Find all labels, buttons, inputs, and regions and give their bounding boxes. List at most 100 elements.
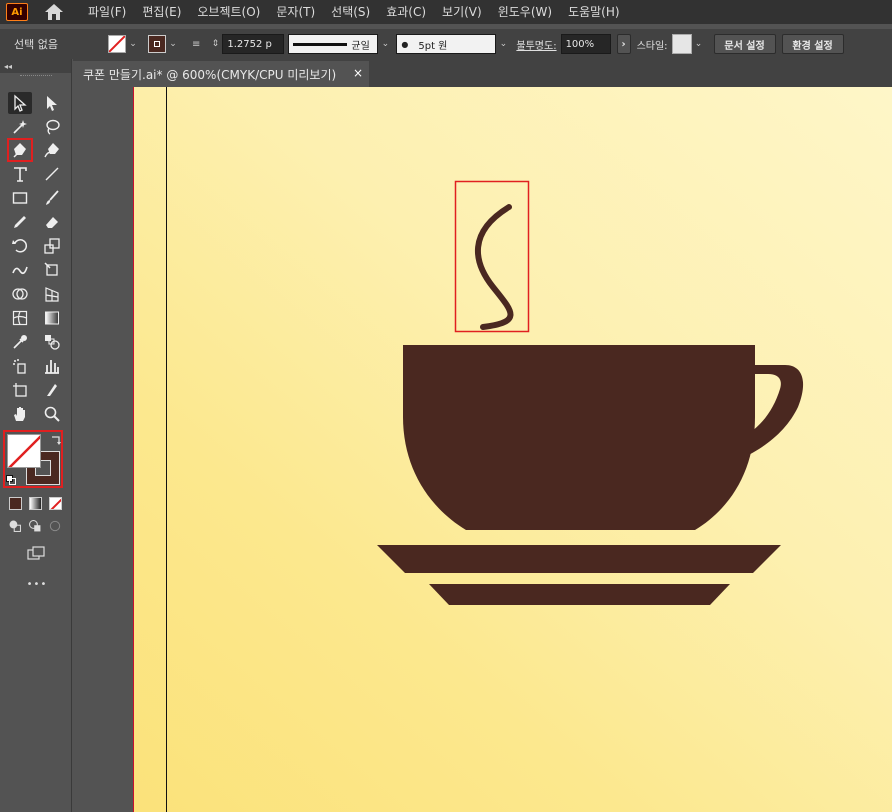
- brush-dropdown[interactable]: ⌄: [496, 35, 510, 53]
- draw-behind-button[interactable]: [26, 517, 44, 535]
- steam-path[interactable]: [474, 204, 514, 330]
- direct-selection-icon: [47, 96, 57, 111]
- line-segment-tool[interactable]: [40, 163, 64, 185]
- hand-icon: [14, 407, 25, 421]
- shape-builder-tool[interactable]: [8, 283, 32, 305]
- paintbrush-tool[interactable]: [40, 187, 64, 209]
- steam-selection-box[interactable]: [454, 180, 530, 333]
- hand-tool[interactable]: [8, 403, 32, 425]
- tools-panel-header[interactable]: ◂◂: [0, 59, 71, 73]
- document-setup-button[interactable]: 문서 설정: [713, 34, 776, 54]
- style-label: 스타일:: [636, 40, 668, 52]
- pencil-icon: [14, 216, 26, 228]
- direct-selection-tool[interactable]: [40, 92, 64, 114]
- free-transform-icon: [44, 262, 58, 276]
- eraser-icon: [46, 217, 58, 228]
- artboard-tool[interactable]: [8, 379, 32, 401]
- fill-dropdown[interactable]: ⌄: [126, 35, 140, 53]
- stroke-weight-input[interactable]: 1.2752 p: [222, 34, 285, 54]
- perspective-grid-tool[interactable]: [40, 283, 64, 305]
- cup-body[interactable]: [403, 345, 755, 530]
- draw-inside-icon: [49, 520, 61, 532]
- opacity-flyout[interactable]: ›: [616, 34, 631, 54]
- pen-nib-icon: [13, 143, 26, 158]
- opacity-label[interactable]: 불투명도:: [516, 37, 556, 52]
- menu-select[interactable]: 선택(S): [323, 0, 378, 24]
- document-tab[interactable]: 쿠폰 만들기.ai* @ 600%(CMYK/CPU 미리보기) ×: [73, 61, 369, 87]
- shaper-tool[interactable]: [8, 211, 32, 233]
- mesh-tool[interactable]: [8, 307, 32, 329]
- pen-tool[interactable]: [7, 138, 33, 162]
- home-button[interactable]: [40, 0, 68, 24]
- preferences-button[interactable]: 환경 설정: [781, 34, 844, 54]
- draw-normal-icon: [9, 520, 21, 532]
- draw-normal-button[interactable]: [6, 517, 24, 535]
- menu-help[interactable]: 도움말(H): [560, 0, 628, 24]
- menu-edit[interactable]: 편집(E): [134, 0, 189, 24]
- profile-dropdown[interactable]: ⌄: [378, 35, 392, 53]
- menu-view[interactable]: 보기(V): [434, 0, 490, 24]
- symbol-sprayer-tool[interactable]: [8, 355, 32, 377]
- stroke-dropdown[interactable]: ⌄: [166, 35, 180, 53]
- draw-inside-button[interactable]: [46, 517, 64, 535]
- brush-dot-icon: ●: [401, 39, 409, 49]
- color-mode-button[interactable]: [9, 497, 22, 510]
- fill-stroke-widget[interactable]: [3, 430, 63, 488]
- zoom-tool[interactable]: [40, 403, 64, 425]
- app-logo[interactable]: Ai: [6, 3, 28, 21]
- tools-panel: ◂◂ •••: [0, 59, 72, 812]
- fill-swatch[interactable]: [108, 35, 126, 53]
- slice-tool[interactable]: [40, 379, 64, 401]
- screen-mode-button[interactable]: [24, 543, 48, 565]
- saucer-bottom[interactable]: [429, 584, 730, 605]
- menu-object[interactable]: 오브젝트(O): [189, 0, 268, 24]
- default-colors-icon[interactable]: [6, 475, 16, 485]
- stroke-swatch[interactable]: [148, 35, 166, 53]
- none-icon: [50, 498, 61, 509]
- scale-tool[interactable]: [40, 235, 64, 257]
- fill-none-icon: [8, 435, 40, 467]
- stroke-profile-select[interactable]: 균일: [288, 34, 379, 54]
- saucer-top[interactable]: [377, 545, 781, 573]
- eraser-tool[interactable]: [40, 211, 64, 233]
- rotate-tool[interactable]: [8, 235, 32, 257]
- type-tool[interactable]: [8, 163, 32, 185]
- shape-builder-icon: [12, 288, 28, 300]
- rectangle-tool[interactable]: [8, 187, 32, 209]
- swap-colors-icon[interactable]: [50, 434, 62, 446]
- none-mode-button[interactable]: [49, 497, 62, 510]
- stroke-swatch-inner: [154, 41, 160, 47]
- lasso-tool[interactable]: [40, 116, 64, 138]
- gradient-tool[interactable]: [40, 307, 64, 329]
- gradient-mode-button[interactable]: [29, 497, 42, 510]
- menu-file[interactable]: 파일(F): [82, 0, 134, 24]
- menu-window[interactable]: 윈도우(W): [490, 0, 560, 24]
- menu-type[interactable]: 문자(T): [268, 0, 323, 24]
- canvas-area[interactable]: [73, 87, 892, 812]
- column-graph-tool[interactable]: [40, 355, 64, 377]
- free-transform-tool[interactable]: [40, 259, 64, 281]
- curvature-tool[interactable]: [40, 139, 64, 161]
- selection-arrow-icon: [14, 94, 27, 112]
- edit-toolbar-button[interactable]: •••: [26, 579, 48, 590]
- style-dropdown[interactable]: ⌄: [692, 35, 706, 53]
- curvature-pen-icon: [44, 143, 59, 158]
- tools-grip[interactable]: [20, 75, 52, 77]
- menu-effect[interactable]: 효과(C): [378, 0, 434, 24]
- style-swatch[interactable]: [671, 34, 692, 54]
- width-tool[interactable]: [8, 259, 32, 281]
- coffee-artwork[interactable]: [73, 87, 892, 812]
- stroke-weight-stepper[interactable]: ⇕: [208, 35, 222, 53]
- paintbrush-icon: [46, 190, 59, 205]
- blend-tool[interactable]: [40, 331, 64, 353]
- mesh-icon: [12, 310, 28, 326]
- brush-select[interactable]: ● 5pt 원: [396, 34, 497, 54]
- magic-wand-tool[interactable]: [8, 116, 32, 138]
- selection-tool[interactable]: [8, 92, 32, 114]
- opacity-input[interactable]: 100%: [560, 34, 611, 54]
- home-icon: [45, 4, 63, 20]
- fill-color-box[interactable]: [7, 434, 41, 468]
- line-segment-icon: [45, 167, 59, 181]
- eyedropper-tool[interactable]: [8, 331, 32, 353]
- close-tab-icon[interactable]: ×: [351, 66, 365, 80]
